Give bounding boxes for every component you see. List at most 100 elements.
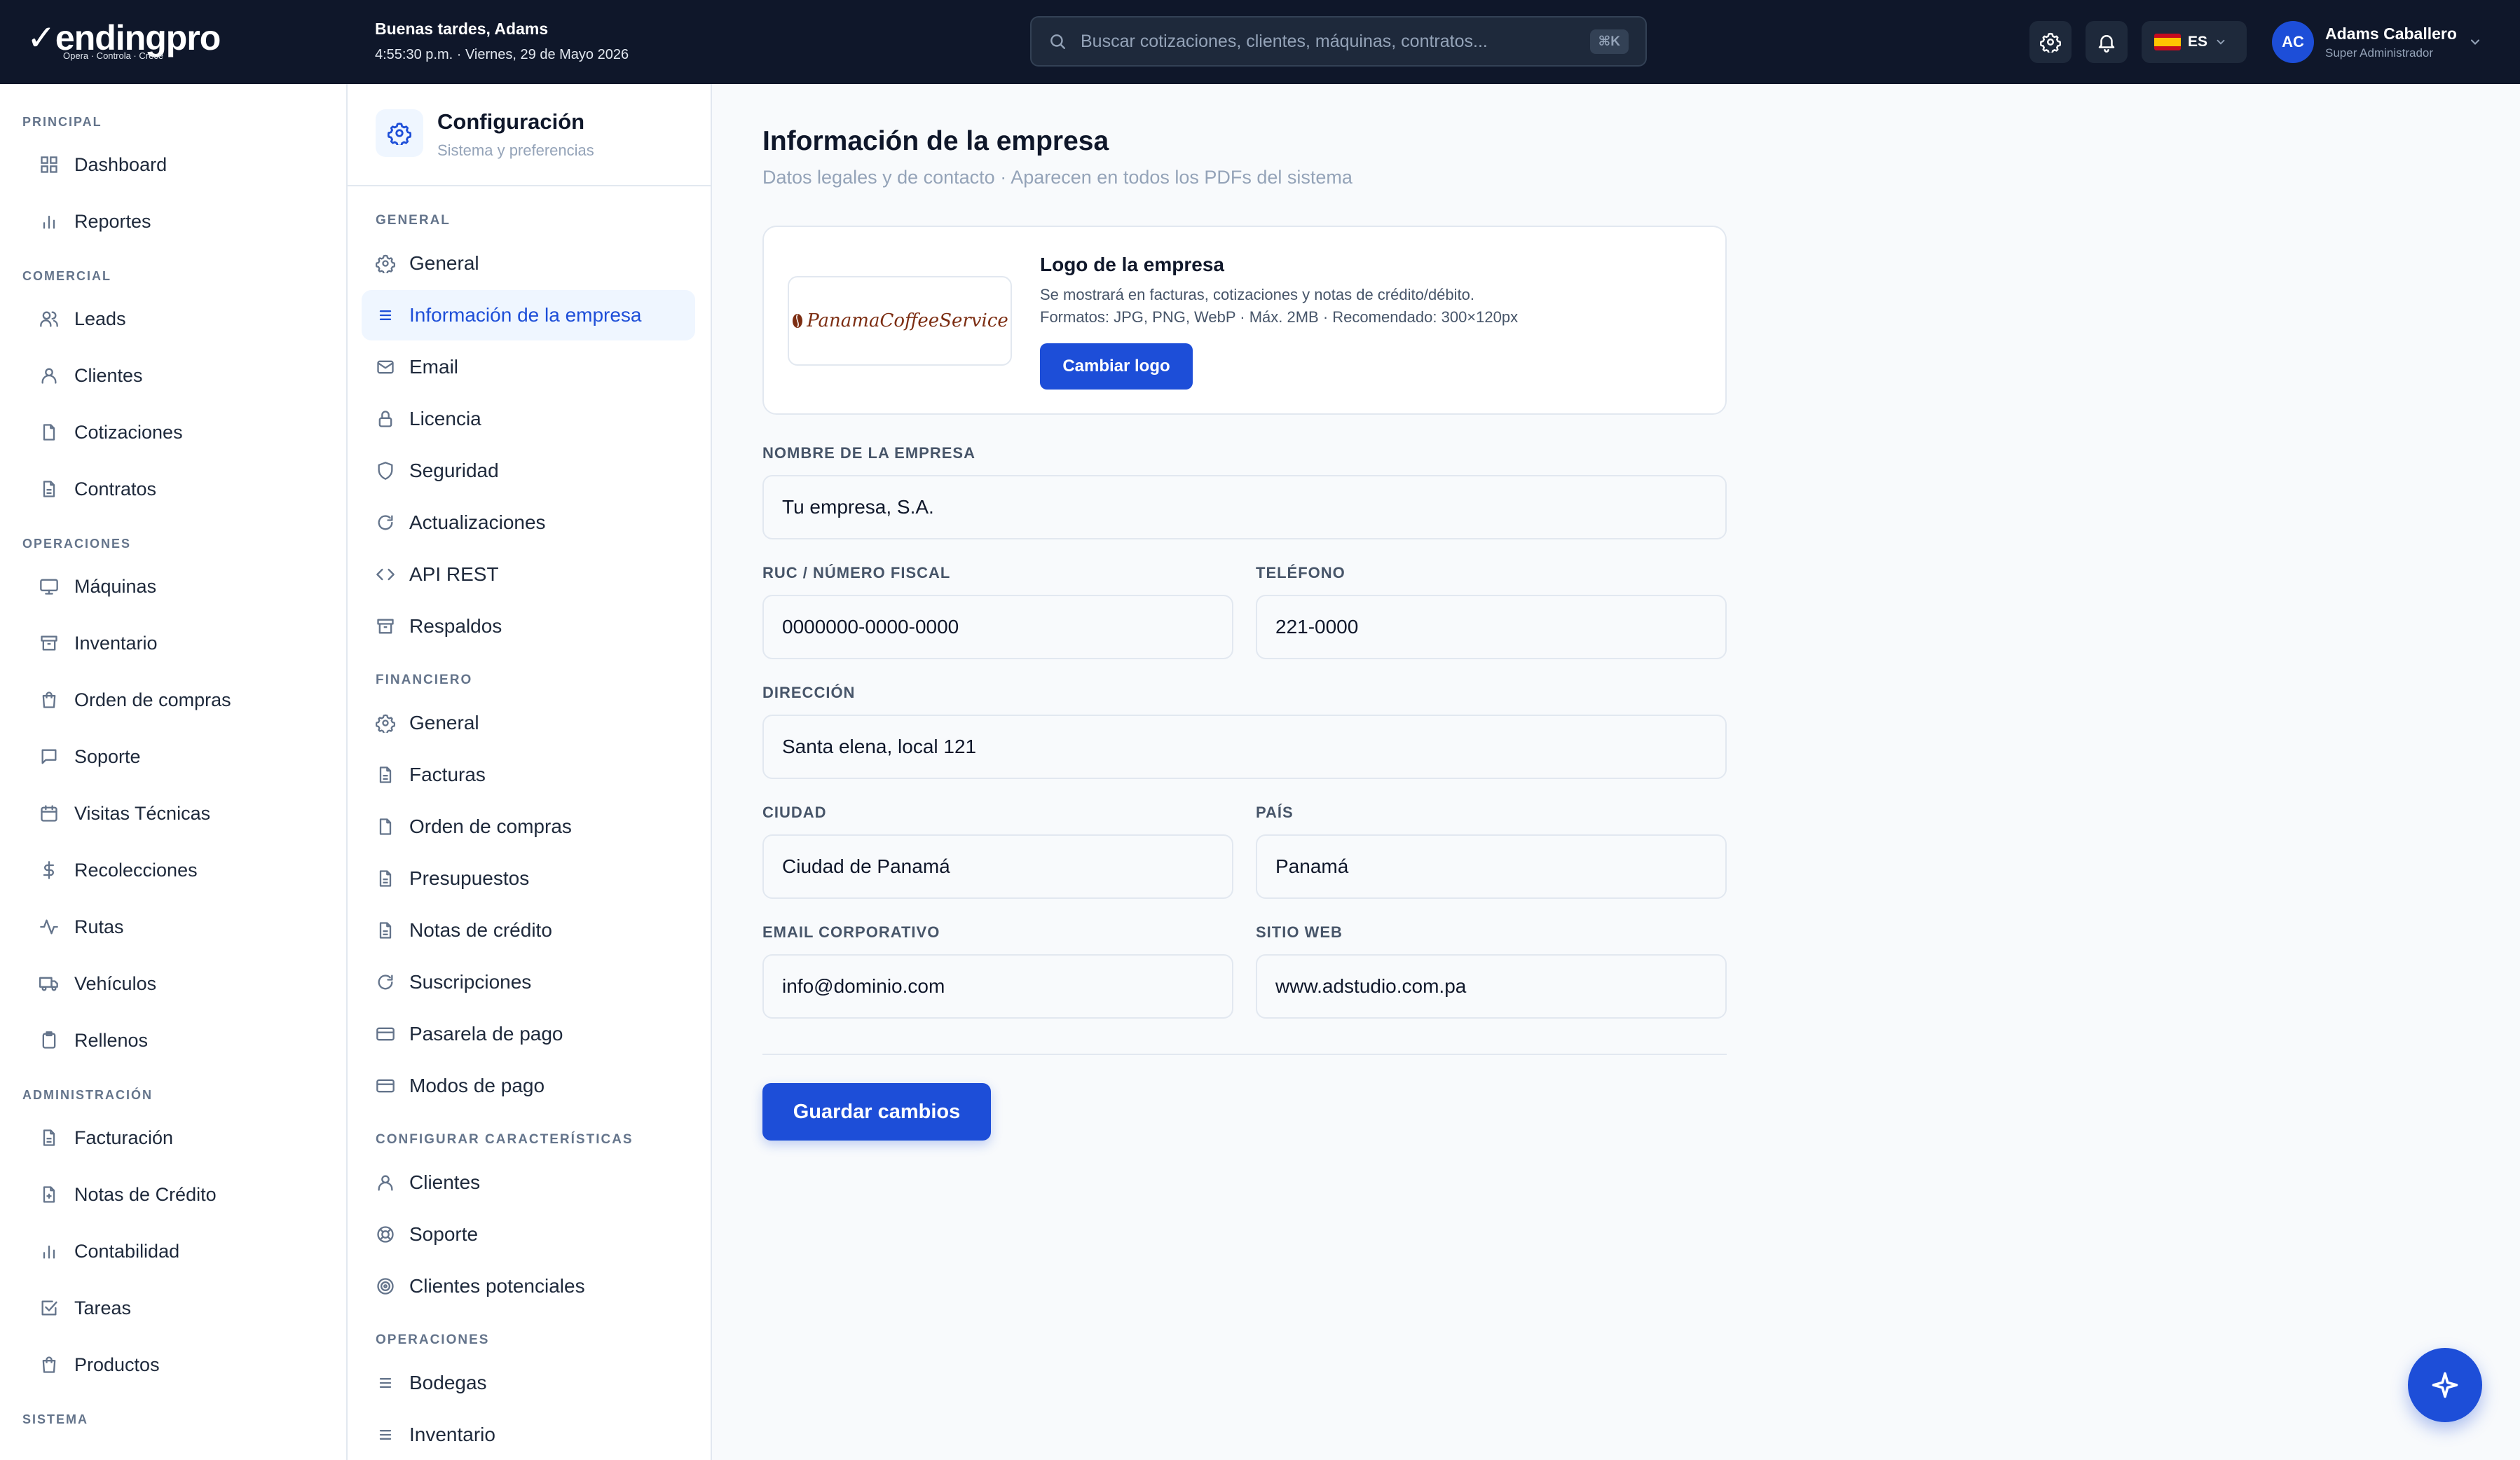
user-menu[interactable]: AC Adams Caballero Super Administrador <box>2272 21 2482 63</box>
archive-icon <box>377 619 394 634</box>
sidebar-item-contabilidad[interactable]: Contabilidad <box>15 1228 332 1274</box>
sidebar-item-cotizaciones[interactable]: Cotizaciones <box>15 409 332 455</box>
settings-item-clientes-potenciales[interactable]: Clientes potenciales <box>362 1261 695 1311</box>
email-label: EMAIL CORPORATIVO <box>762 923 940 941</box>
settings-button[interactable] <box>2029 21 2072 63</box>
save-button[interactable]: Guardar cambios <box>762 1083 991 1141</box>
sidebar-item-label: Leads <box>74 308 126 329</box>
settings-item-label: Información de la empresa <box>409 304 642 326</box>
settings-item-bodegas[interactable]: Bodegas <box>362 1358 695 1408</box>
company-name-field[interactable] <box>762 475 1727 539</box>
sidebar-item-maquinas[interactable]: Máquinas <box>15 563 332 610</box>
sidebar-item-facturacion[interactable]: Facturación <box>15 1115 332 1161</box>
brand-mark-icon: ✓ <box>27 18 56 57</box>
settings-item-soporte[interactable]: Soporte <box>362 1209 695 1260</box>
refresh-icon <box>378 975 393 990</box>
user-name: Adams Caballero <box>2325 24 2457 43</box>
settings-item-facturas[interactable]: Facturas <box>362 750 695 800</box>
sidebar-item-rellenos[interactable]: Rellenos <box>15 1017 332 1063</box>
file-text-icon <box>43 481 55 497</box>
address-field[interactable] <box>762 715 1727 779</box>
spain-flag-icon <box>2154 34 2181 50</box>
truck-icon <box>39 977 58 991</box>
activity-icon <box>40 919 58 935</box>
gear-icon <box>2040 32 2061 53</box>
settings-item-modos-de-pago[interactable]: Modos de pago <box>362 1061 695 1111</box>
sidebar-item-label: Máquinas <box>74 575 157 597</box>
sidebar-item-notas-de-credito[interactable]: Notas de Crédito <box>15 1171 332 1218</box>
logo-title: Logo de la empresa <box>1040 254 1224 275</box>
sidebar-item-label: Tareas <box>74 1297 132 1318</box>
sparkle-icon <box>2432 1372 2458 1398</box>
settings-title: Configuración <box>437 109 585 134</box>
settings-item-label: Licencia <box>409 408 481 429</box>
assistant-fab[interactable] <box>2408 1348 2482 1422</box>
settings-item-notas-de-credito[interactable]: Notas de crédito <box>362 905 695 956</box>
language-selector[interactable]: ES <box>2142 21 2247 63</box>
settings-item-api-rest[interactable]: API REST <box>362 549 695 600</box>
phone-field[interactable] <box>1256 595 1727 659</box>
sidebar-item-soporte[interactable]: Soporte <box>15 734 332 780</box>
target-icon <box>377 1278 394 1295</box>
settings-item-presupuestos[interactable]: Presupuestos <box>362 853 695 904</box>
settings-item-general[interactable]: General <box>362 238 695 289</box>
calendar-icon <box>41 805 57 822</box>
settings-item-email[interactable]: Email <box>362 342 695 392</box>
settings-item-respaldos[interactable]: Respaldos <box>362 601 695 652</box>
notifications-button[interactable] <box>2086 21 2128 63</box>
main-sidebar: PRINCIPAL Dashboard Reportes COMERCIAL L… <box>0 84 348 1460</box>
logo-formats: Formatos: JPG, PNG, WebP · Máx. 2MB · Re… <box>1040 308 1519 326</box>
sidebar-item-contratos[interactable]: Contratos <box>15 466 332 512</box>
sidebar-item-inventario[interactable]: Inventario <box>15 620 332 666</box>
sidebar-item-leads[interactable]: Leads <box>15 296 332 342</box>
archive-icon <box>41 635 57 651</box>
sidebar-item-label: Productos <box>74 1354 160 1375</box>
monitor-icon <box>40 579 58 595</box>
list-icon <box>379 1378 392 1388</box>
settings-item-actualizaciones[interactable]: Actualizaciones <box>362 497 695 548</box>
sidebar-item-label: Notas de Crédito <box>74 1183 217 1205</box>
settings-item-inventario[interactable]: Inventario <box>362 1410 695 1460</box>
sidebar-item-orden-de-compras[interactable]: Orden de compras <box>15 677 332 723</box>
settings-section-operaciones: OPERACIONES <box>376 1332 490 1347</box>
settings-item-suscripciones[interactable]: Suscripciones <box>362 957 695 1007</box>
settings-section-caracteristicas: CONFIGURAR CARACTERÍSTICAS <box>376 1132 634 1147</box>
website-field[interactable] <box>1256 954 1727 1019</box>
settings-item-pasarela-de-pago[interactable]: Pasarela de pago <box>362 1009 695 1059</box>
settings-item-clientes[interactable]: Clientes <box>362 1157 695 1208</box>
sidebar-item-tareas[interactable]: Tareas <box>15 1285 332 1331</box>
sidebar-item-productos[interactable]: Productos <box>15 1342 332 1388</box>
settings-item-label: Orden de compras <box>409 815 572 837</box>
city-label: CIUDAD <box>762 804 827 821</box>
city-field[interactable] <box>762 834 1233 899</box>
bar-chart-icon <box>43 1245 55 1259</box>
sidebar-item-visitas-tecnicas[interactable]: Visitas Técnicas <box>15 790 332 836</box>
settings-item-orden-de-compras[interactable]: Orden de compras <box>362 801 695 852</box>
sidebar-item-clientes[interactable]: Clientes <box>15 352 332 399</box>
country-field[interactable] <box>1256 834 1727 899</box>
settings-item-informacion-empresa[interactable]: Información de la empresa <box>362 290 695 340</box>
greeting: Buenas tardes, Adams 4:55:30 p.m. · Vier… <box>375 20 629 63</box>
email-field[interactable] <box>762 954 1233 1019</box>
sidebar-section-comercial: COMERCIAL <box>22 269 111 283</box>
global-search[interactable]: ⌘K <box>1030 16 1647 67</box>
sidebar-item-label: Rutas <box>74 916 124 937</box>
sidebar-item-rutas[interactable]: Rutas <box>15 904 332 950</box>
sidebar-item-reportes[interactable]: Reportes <box>15 198 332 245</box>
mail-icon <box>377 360 394 374</box>
settings-item-seguridad[interactable]: Seguridad <box>362 446 695 496</box>
sidebar-item-dashboard[interactable]: Dashboard <box>15 142 332 188</box>
lifebuoy-icon <box>377 1226 394 1243</box>
credit-card-icon <box>376 1027 395 1041</box>
settings-item-licencia[interactable]: Licencia <box>362 394 695 444</box>
ruc-field[interactable] <box>762 595 1233 659</box>
brand-logo[interactable]: ✓endingpro Opera · Controla · Crece <box>27 15 230 69</box>
sidebar-item-recolecciones[interactable]: Recolecciones <box>15 847 332 893</box>
file-icon <box>43 424 55 441</box>
search-input[interactable] <box>1081 31 1590 52</box>
change-logo-button[interactable]: Cambiar logo <box>1040 343 1193 390</box>
settings-section-general: GENERAL <box>376 213 451 228</box>
sidebar-item-vehiculos[interactable]: Vehículos <box>15 960 332 1007</box>
settings-item-general-financiero[interactable]: General <box>362 698 695 748</box>
gear-icon <box>376 254 395 273</box>
